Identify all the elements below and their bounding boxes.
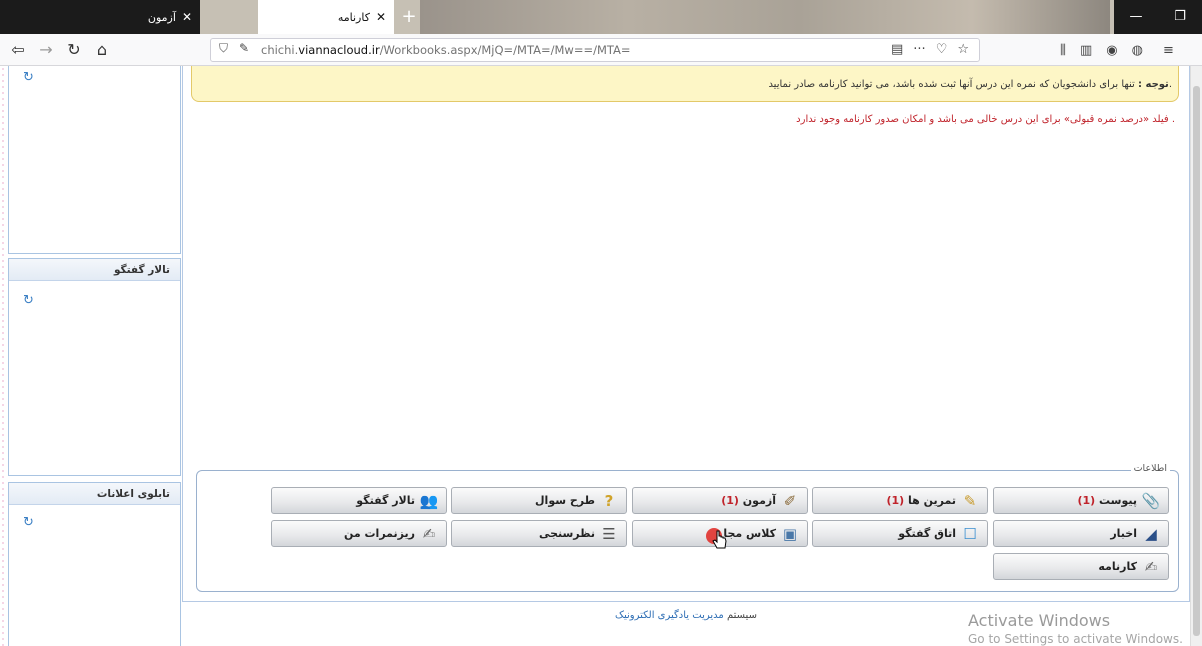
scrollbar-thumb[interactable] — [1193, 86, 1200, 636]
tab-azmoon-label: آزمون — [147, 10, 176, 24]
notice-box: توجه : تنها برای دانشجویان که نمره این د… — [191, 66, 1179, 102]
button-label: اخبار — [1110, 527, 1137, 540]
news-button[interactable]: اخبار ◢ — [993, 520, 1169, 547]
main-content: توجه : تنها برای دانشجویان که نمره این د… — [182, 66, 1190, 602]
news-icon: ◢ — [1145, 524, 1157, 543]
side-panel-title: تابلوی اعلانات — [9, 483, 180, 505]
tab-azmoon[interactable]: آزمون ✕ — [0, 0, 200, 34]
reader-icon[interactable]: ▤ — [891, 42, 903, 57]
paperclip-icon: 📎 — [1141, 491, 1161, 510]
button-count: (1) — [721, 494, 739, 507]
minimize-icon[interactable]: — — [1114, 0, 1158, 34]
refresh-icon[interactable]: ↻ — [23, 515, 34, 530]
url-domain: viannacloud.ir — [298, 43, 380, 57]
button-label: کارنامه — [1098, 560, 1137, 573]
sidebar-icon[interactable]: ▥ — [1080, 43, 1092, 58]
footer-prefix: سیستم — [723, 610, 757, 621]
chat-room-icon: ☐ — [963, 524, 977, 543]
report-card-button[interactable]: کارنامه ✍ — [993, 553, 1169, 580]
refresh-icon[interactable]: ↻ — [23, 293, 34, 308]
forum-button[interactable]: تالار گفتگو 👥 — [271, 487, 447, 514]
side-panel-announcements: تابلوی اعلانات ↻ — [8, 482, 181, 646]
bookmark-star-icon[interactable]: ☆ — [957, 42, 969, 57]
hand-cursor-icon — [712, 530, 727, 549]
reload-icon[interactable]: ↻ — [62, 39, 86, 61]
exam-button[interactable]: آزمون (1) ✐ — [632, 487, 808, 514]
library-icon[interactable]: ⫼ — [1060, 43, 1066, 58]
activate-windows-watermark: Activate Windows Go to Settings to activ… — [968, 611, 1183, 646]
forward-icon[interactable]: → — [34, 39, 58, 61]
footer-link[interactable]: مدیریت یادگیری الکترونیک — [615, 610, 724, 621]
my-grades-button[interactable]: ریزنمرات من ✍ — [271, 520, 447, 547]
pocket-icon[interactable]: ♡ — [936, 42, 948, 57]
chat-room-button[interactable]: اتاق گفتگو ☐ — [812, 520, 988, 547]
notice-label: توجه : — [1138, 79, 1169, 90]
video-background — [420, 0, 1110, 34]
shield-icon[interactable]: ⛉ — [219, 41, 228, 56]
back-icon[interactable]: ⇦ — [6, 39, 30, 61]
info-fieldset: اطلاعات پیوست (1) 📎 تمرین ها (1) ✎ آزمون… — [196, 463, 1179, 592]
button-label: پیوست — [1099, 494, 1137, 507]
button-label: تمرین ها — [908, 494, 956, 507]
question-icon: ? — [604, 491, 614, 510]
tab-karnameh-label: کارنامه — [337, 10, 370, 24]
virtual-class-icon: ▣ — [782, 524, 798, 543]
restore-icon[interactable]: ❐ — [1158, 0, 1202, 34]
insecure-lock-icon[interactable]: ✎ — [239, 41, 249, 55]
url-path: /Workbooks.aspx/MjQ=/MTA=/Mw==/MTA= — [379, 43, 631, 57]
url-actions: ▤ ··· ♡ ☆ — [891, 42, 969, 57]
tab-karnameh[interactable]: کارنامه ✕ — [258, 0, 394, 34]
homework-button[interactable]: تمرین ها (1) ✎ — [812, 487, 988, 514]
more-icon[interactable]: ··· — [913, 42, 925, 57]
mouse-cursor — [706, 526, 728, 552]
side-panel-title: تالار گفتگو — [9, 259, 180, 281]
menu-icon[interactable]: ≡ — [1163, 43, 1174, 58]
left-decoration — [0, 66, 8, 646]
activate-line2: Go to Settings to activate Windows. — [968, 632, 1183, 646]
page-scrollbar[interactable] — [1190, 66, 1202, 646]
warning-text: فیلد «درصد نمره قبولی» برای این درس خالی… — [796, 114, 1175, 125]
url-text[interactable]: chichi.viannacloud.ir/Workbooks.aspx/MjQ… — [261, 43, 631, 57]
extension-icon[interactable]: ◍ — [1132, 43, 1143, 58]
button-label: طرح سوال — [535, 494, 595, 507]
homework-icon: ✎ — [963, 491, 977, 510]
question-design-button[interactable]: طرح سوال ? — [451, 487, 627, 514]
survey-button[interactable]: نظرسنجی ☰ — [451, 520, 627, 547]
account-icon[interactable]: ◉ — [1106, 43, 1117, 58]
new-tab-button[interactable]: + — [398, 6, 420, 28]
close-icon[interactable]: ✕ — [376, 10, 386, 24]
home-icon[interactable]: ⌂ — [90, 39, 114, 61]
button-label: نظرسنجی — [538, 527, 595, 540]
info-legend: اطلاعات — [1130, 463, 1170, 474]
grades-icon: ✍ — [422, 524, 436, 543]
activate-line1: Activate Windows — [968, 611, 1111, 630]
button-label: کلاس مجا — [723, 527, 776, 540]
notice-text: تنها برای دانشجویان که نمره این درس آنها… — [768, 79, 1172, 90]
button-label: اتاق گفتگو — [898, 527, 956, 540]
attachments-button[interactable]: پیوست (1) 📎 — [993, 487, 1169, 514]
button-count: (1) — [1077, 494, 1096, 507]
close-icon[interactable]: ✕ — [182, 10, 192, 24]
nav-toolbar: ⇦ → ↻ ⌂ ⛉ ✎ chichi.viannacloud.ir/Workbo… — [0, 34, 1202, 66]
exam-icon: ✐ — [783, 491, 797, 510]
side-panel-top: ↻ — [8, 66, 181, 254]
refresh-icon[interactable]: ↻ — [23, 70, 34, 85]
button-label: تالار گفتگو — [356, 494, 415, 507]
address-bar[interactable]: ⛉ ✎ chichi.viannacloud.ir/Workbooks.aspx… — [210, 38, 980, 62]
forum-icon: 👥 — [419, 491, 439, 510]
tab-strip: آزمون ✕ کارنامه ✕ + — ❐ — [0, 0, 1202, 34]
url-prefix: chichi. — [261, 43, 299, 57]
button-label: ریزنمرات من — [343, 527, 415, 540]
window-controls: — ❐ — [1114, 0, 1202, 34]
report-card-icon: ✍ — [1144, 557, 1158, 576]
button-label: آزمون — [742, 494, 776, 507]
side-panel-forum: تالار گفتگو ↻ — [8, 258, 181, 476]
toolbar-right: ⫼ ▥ ◉ ◍ ≡ — [1060, 43, 1174, 58]
button-count: (1) — [886, 494, 905, 507]
survey-icon: ☰ — [602, 524, 616, 543]
